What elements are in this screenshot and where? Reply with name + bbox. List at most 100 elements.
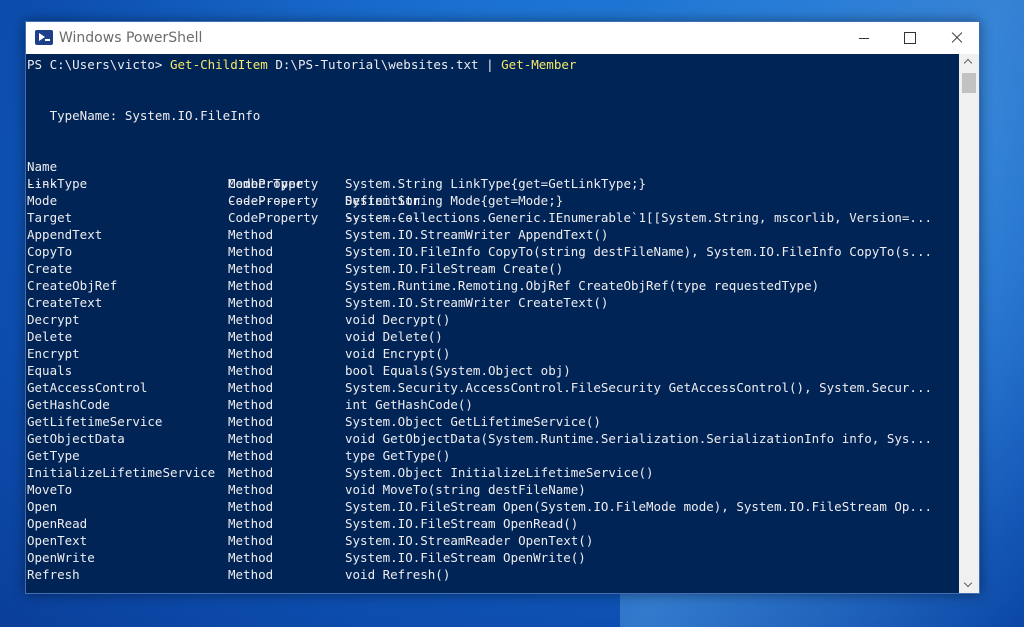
member-type: Method: [228, 295, 274, 310]
member-definition: System.Object GetLifetimeService(): [345, 414, 601, 429]
scroll-thumb[interactable]: [962, 73, 976, 93]
member-name: LinkType: [27, 176, 88, 191]
member-name: GetType: [27, 448, 80, 463]
console-output[interactable]: PS C:\Users\victo> Get-ChildItem D:\PS-T…: [26, 54, 959, 593]
scroll-up-icon[interactable]: [959, 54, 979, 71]
member-type: Method: [228, 329, 274, 344]
member-type: Method: [228, 465, 274, 480]
member-name: MoveTo: [27, 482, 73, 497]
member-definition: void MoveTo(string destFileName): [345, 482, 586, 497]
powershell-window[interactable]: Windows PowerShell PS C:\Users\victo> Ge…: [25, 21, 980, 594]
member-definition: void Refresh(): [345, 567, 451, 582]
member-type: Method: [228, 414, 274, 429]
member-type: Method: [228, 312, 274, 327]
member-name: Open: [27, 499, 58, 514]
member-name: GetAccessControl: [27, 380, 148, 395]
member-definition: System.Object InitializeLifetimeService(…: [345, 465, 654, 480]
member-definition: void Decrypt(): [345, 312, 451, 327]
member-name: Refresh: [27, 567, 80, 582]
table-row: InitializeLifetimeService Method System.Ob…: [27, 464, 957, 481]
member-definition: type GetType(): [345, 448, 451, 463]
title-bar[interactable]: Windows PowerShell: [26, 22, 979, 54]
table-row: Refresh Method void Refresh(): [27, 566, 957, 583]
member-definition: System.IO.FileInfo CopyTo(string destFil…: [345, 244, 932, 259]
member-name: OpenRead: [27, 516, 88, 531]
table-row: GetObjectData Method void GetObjectData(Sy…: [27, 430, 957, 447]
command-get-childitem: Get-ChildItem: [170, 57, 268, 72]
member-definition: System.IO.FileStream OpenRead(): [345, 516, 579, 531]
member-definition: System.Security.AccessControl.FileSecuri…: [345, 380, 932, 395]
table-row: CopyTo Method System.IO.FileInfo CopyTo(st…: [27, 243, 957, 260]
scroll-down-icon[interactable]: [959, 576, 979, 593]
table-row: GetType Method type GetType(): [27, 447, 957, 464]
member-name: Encrypt: [27, 346, 80, 361]
vertical-scrollbar[interactable]: [959, 54, 979, 593]
member-type: Method: [228, 397, 274, 412]
member-type: Method: [228, 244, 274, 259]
member-type: Method: [228, 448, 274, 463]
table-row: CreateObjRef Method System.Runtime.Remotin…: [27, 277, 957, 294]
maximize-button[interactable]: [887, 22, 933, 54]
member-name: OpenWrite: [27, 550, 95, 565]
member-definition: System.IO.StreamWriter AppendText(): [345, 227, 609, 242]
member-name: CopyTo: [27, 244, 73, 259]
table-row: Encrypt Method void Encrypt(): [27, 345, 957, 362]
table-row: OpenText Method System.IO.StreamReader Ope…: [27, 532, 957, 549]
member-name: GetObjectData: [27, 431, 125, 446]
member-definition: System.IO.StreamReader OpenText(): [345, 533, 594, 548]
table-row: Mode CodeProperty System.String Mode{get=M…: [27, 192, 957, 209]
table-row: GetAccessControl Method System.Security.Ac…: [27, 379, 957, 396]
command-get-member: Get-Member: [501, 57, 577, 72]
table-row: OpenWrite Method System.IO.FileStream Open…: [27, 549, 957, 566]
member-name: Target: [27, 210, 73, 225]
member-type: Method: [228, 516, 274, 531]
member-definition: System.String LinkType{get=GetLinkType;}: [345, 176, 647, 191]
member-type: CodeProperty: [228, 193, 319, 208]
member-definition: System.Collections.Generic.IEnumerable`1…: [345, 210, 932, 225]
member-definition: int GetHashCode(): [345, 397, 473, 412]
member-name: Equals: [27, 363, 73, 378]
member-type: Method: [228, 261, 274, 276]
member-type: Method: [228, 550, 274, 565]
member-name: GetLifetimeService: [27, 414, 163, 429]
typename-line: TypeName: System.IO.FileInfo: [27, 108, 261, 123]
member-name: InitializeLifetimeService: [27, 465, 216, 480]
table-row: Open Method System.IO.FileStream Open(Syst…: [27, 498, 957, 515]
member-type: Method: [228, 346, 274, 361]
member-definition: System.String Mode{get=Mode;}: [345, 193, 564, 208]
member-name: Mode: [27, 193, 58, 208]
powershell-icon[interactable]: [35, 30, 53, 45]
member-name: OpenText: [27, 533, 88, 548]
member-definition: void Encrypt(): [345, 346, 451, 361]
close-button[interactable]: [933, 22, 979, 54]
prompt-path: PS C:\Users\victo>: [27, 57, 170, 72]
table-row: Target CodeProperty System.Collections.Gen…: [27, 209, 957, 226]
table-row: Delete Method void Delete(): [27, 328, 957, 345]
table-row: OpenRead Method System.IO.FileStream OpenR…: [27, 515, 957, 532]
member-definition: System.IO.FileStream OpenWrite(): [345, 550, 586, 565]
window-title: Windows PowerShell: [59, 30, 203, 46]
member-name: GetHashCode: [27, 397, 110, 412]
member-type: Method: [228, 431, 274, 446]
member-type: Method: [228, 363, 274, 378]
member-type: Method: [228, 278, 274, 293]
table-row: GetHashCode Method int GetHashCode(): [27, 396, 957, 413]
member-name: CreateText: [27, 295, 103, 310]
member-name: CreateObjRef: [27, 278, 118, 293]
member-definition: System.IO.FileStream Create(): [345, 261, 564, 276]
member-type: CodeProperty: [228, 176, 319, 191]
minimize-button[interactable]: [841, 22, 887, 54]
member-name: Create: [27, 261, 73, 276]
member-definition: void Delete(): [345, 329, 443, 344]
table-row: GetLifetimeService Method System.Object Ge…: [27, 413, 957, 430]
member-definition: void GetObjectData(System.Runtime.Serial…: [345, 431, 932, 446]
member-definition: System.Runtime.Remoting.ObjRef CreateObj…: [345, 278, 820, 293]
table-row: MoveTo Method void MoveTo(string destFileN…: [27, 481, 957, 498]
member-type: Method: [228, 533, 274, 548]
member-name: AppendText: [27, 227, 103, 242]
member-definition: bool Equals(System.Object obj): [345, 363, 571, 378]
table-separator: ---- ---------- ----------: [27, 158, 957, 225]
member-definition: System.IO.StreamWriter CreateText(): [345, 295, 609, 310]
table-row: LinkType CodeProperty System.String LinkTy…: [27, 175, 957, 192]
member-type: Method: [228, 567, 274, 582]
